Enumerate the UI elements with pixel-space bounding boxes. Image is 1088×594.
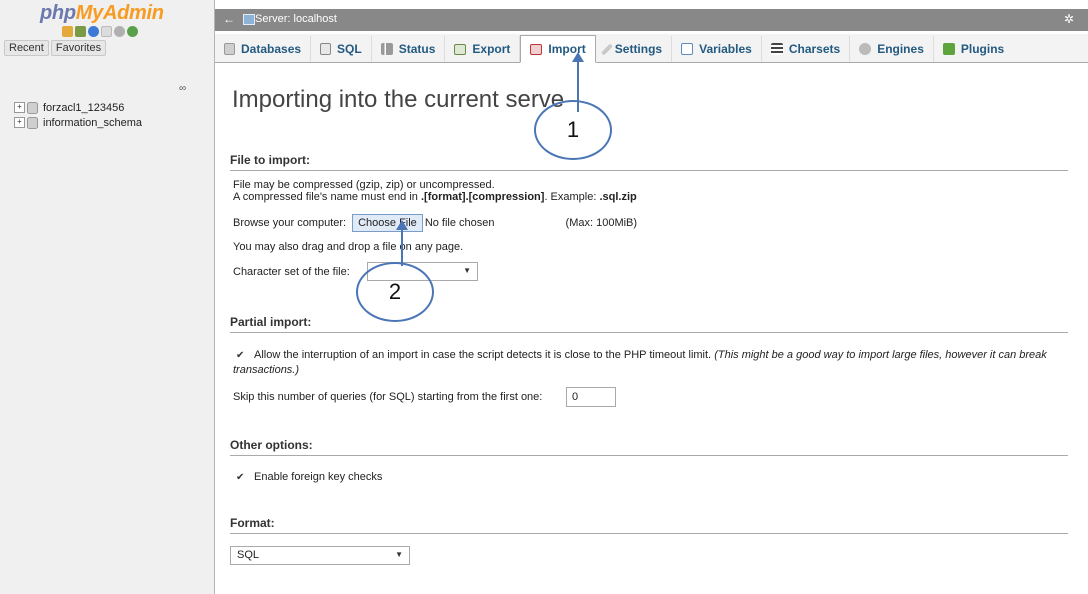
- choose-file-button[interactable]: Choose File: [352, 214, 423, 232]
- navigation-sidebar: phpMyAdmin Recent Favorites ∞ + forzacl1…: [0, 0, 215, 594]
- tab-sql[interactable]: SQL: [311, 36, 372, 62]
- skip-queries-input[interactable]: 0: [566, 387, 616, 407]
- tab-export[interactable]: Export: [445, 36, 521, 62]
- tab-settings[interactable]: Settings: [596, 36, 673, 62]
- sidebar-toolbar: [62, 26, 138, 37]
- tab-databases[interactable]: Databases: [215, 36, 312, 62]
- puzzle-icon: [942, 43, 955, 55]
- browse-row: Browse your computer: Choose File No fil…: [233, 214, 637, 232]
- section-partial-import: Partial import:: [230, 315, 1068, 333]
- browse-label: Browse your computer:: [233, 217, 347, 229]
- database-icon: [224, 43, 235, 55]
- tab-label: Charsets: [788, 42, 841, 56]
- chevron-down-icon: ▼: [395, 550, 403, 559]
- section-other-options: Other options:: [230, 438, 1068, 456]
- fk-checks-row: ✔ Enable foreign key checks: [233, 471, 382, 483]
- tab-engines[interactable]: Engines: [850, 36, 934, 62]
- phpmyadmin-logo[interactable]: phpMyAdmin: [40, 2, 164, 25]
- settings-icon[interactable]: [114, 26, 125, 37]
- tab-variables[interactable]: Variables: [672, 36, 762, 62]
- docs-icon[interactable]: [101, 26, 112, 37]
- database-name[interactable]: forzacl1_123456: [43, 102, 124, 114]
- database-icon: [27, 116, 38, 129]
- max-size-text: (Max: 100MiB): [565, 217, 638, 229]
- home-icon[interactable]: [62, 26, 73, 37]
- expand-icon[interactable]: +: [14, 117, 25, 128]
- drag-drop-note: You may also drag and drop a file on any…: [233, 241, 464, 253]
- tab-label: Variables: [699, 42, 752, 56]
- allow-interrupt-row: ✔ Allow the interruption of an import in …: [233, 348, 1063, 378]
- compression-note: File may be compressed (gzip, zip) or un…: [233, 179, 495, 191]
- page-title: Importing into the current serve: [232, 86, 565, 113]
- export-icon: [454, 43, 467, 55]
- annotation-marker: 2: [356, 262, 434, 322]
- database-tree: + forzacl1_123456 + information_schema: [14, 100, 142, 130]
- database-item[interactable]: + information_schema: [14, 115, 142, 130]
- fk-checks-label: Enable foreign key checks: [254, 471, 383, 483]
- chevron-down-icon: ▼: [463, 266, 471, 275]
- charset-label: Character set of the file:: [233, 266, 350, 278]
- top-menu-tabs: Databases SQL Status Export Import Setti…: [215, 34, 1088, 63]
- link-icon[interactable]: ∞: [179, 83, 186, 94]
- exit-icon[interactable]: [75, 26, 86, 37]
- tab-status[interactable]: Status: [372, 36, 446, 62]
- annotation-line: [401, 228, 403, 266]
- section-format: Format:: [230, 516, 1068, 534]
- database-item[interactable]: + forzacl1_123456: [14, 100, 142, 115]
- help-icon[interactable]: [88, 26, 99, 37]
- gear-icon[interactable]: ✲: [1064, 12, 1074, 26]
- format-select[interactable]: SQL ▼: [230, 546, 410, 565]
- expand-icon[interactable]: +: [14, 102, 25, 113]
- section-file-to-import: File to import:: [230, 153, 1068, 171]
- allow-interrupt-label: Allow the interruption of an import in c…: [254, 349, 712, 361]
- tab-label: Settings: [614, 42, 663, 56]
- tab-label: SQL: [337, 42, 362, 56]
- favorites-tab[interactable]: Favorites: [50, 40, 107, 56]
- recent-tab[interactable]: Recent: [4, 40, 49, 56]
- server-breadcrumb-bar: ← Server: localhost ✲: [215, 9, 1088, 31]
- charsets-icon: [770, 43, 783, 55]
- annotation-marker: 1: [534, 100, 612, 160]
- tab-label: Status: [398, 42, 436, 56]
- allow-interrupt-checkbox[interactable]: ✔: [236, 351, 245, 361]
- server-breadcrumb[interactable]: Server: localhost: [255, 13, 337, 25]
- collapse-arrow-icon[interactable]: ←: [223, 12, 235, 26]
- reload-icon[interactable]: [127, 26, 138, 37]
- no-file-text: No file chosen: [424, 217, 495, 229]
- tab-plugins[interactable]: Plugins: [934, 36, 1013, 62]
- engines-icon: [859, 43, 872, 55]
- status-icon: [380, 43, 393, 55]
- skip-queries-label: Skip this number of queries (for SQL) st…: [233, 391, 543, 403]
- tab-import[interactable]: Import: [520, 35, 596, 63]
- tab-label: Databases: [241, 42, 302, 56]
- database-icon: [27, 101, 38, 114]
- tab-label: Plugins: [960, 42, 1005, 56]
- format-selected-value: SQL: [237, 549, 260, 561]
- tab-charsets[interactable]: Charsets: [762, 36, 851, 62]
- database-name[interactable]: information_schema: [43, 117, 142, 129]
- server-icon: [243, 14, 255, 25]
- compression-format-note: A compressed file's name must end in .[f…: [233, 191, 637, 203]
- import-icon: [530, 43, 543, 55]
- fk-checks-checkbox[interactable]: ✔: [236, 473, 245, 483]
- tab-label: Export: [472, 42, 511, 56]
- wrench-icon: [600, 42, 613, 56]
- sql-icon: [320, 43, 332, 55]
- variables-icon: [681, 43, 694, 55]
- tab-label: Engines: [877, 42, 924, 56]
